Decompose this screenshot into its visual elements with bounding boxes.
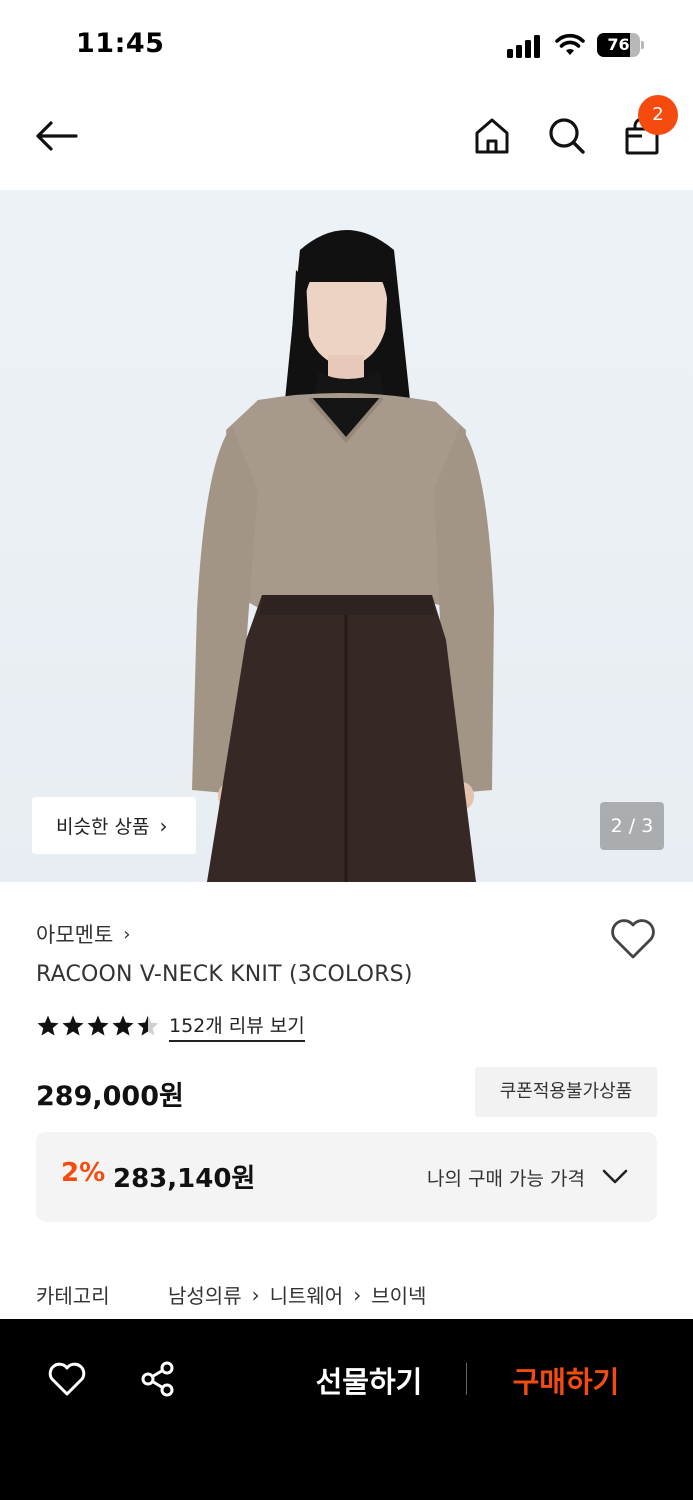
review-link[interactable]: 152개 리뷰 보기	[169, 1011, 305, 1042]
similar-products-label: 비슷한 상품	[56, 816, 150, 838]
similar-products-button[interactable]: 비슷한 상품 ›	[32, 797, 196, 854]
battery-icon: 76	[597, 33, 645, 57]
category-label: 카테고리	[36, 1284, 110, 1308]
bottom-action-bar: 선물하기 구매하기	[0, 1319, 693, 1500]
chevron-right-icon: ›	[159, 813, 168, 838]
chevron-right-icon: ›	[123, 923, 131, 945]
status-time: 11:45	[76, 28, 165, 59]
home-icon[interactable]	[468, 112, 516, 160]
category-breadcrumb: 남성의류 › 니트웨어 › 브이넥	[168, 1280, 426, 1309]
discount-percent: 2%	[61, 1158, 106, 1188]
divider	[466, 1363, 467, 1395]
product-name: RACOON V-NECK KNIT (3COLORS)	[36, 962, 413, 987]
star-icon	[112, 1015, 134, 1036]
back-arrow-icon[interactable]	[32, 112, 80, 160]
star-rating	[36, 1014, 161, 1038]
gift-button[interactable]: 선물하기	[305, 1359, 433, 1403]
wifi-icon	[555, 33, 585, 57]
star-icon	[62, 1015, 84, 1036]
battery-level: 76	[607, 35, 630, 54]
brand-link[interactable]: 아모멘토 ›	[36, 919, 130, 949]
model-photo	[192, 230, 494, 882]
my-price-dropdown[interactable]: 2% 283,140원 나의 구매 가능 가격	[36, 1132, 657, 1222]
buy-button[interactable]: 구매하기	[502, 1359, 630, 1403]
heart-icon[interactable]	[43, 1355, 91, 1403]
search-icon[interactable]	[543, 112, 591, 160]
top-nav-bar	[0, 90, 693, 190]
wishlist-heart-button[interactable]	[609, 917, 657, 961]
original-price: 289,000원	[36, 1081, 184, 1112]
coupon-unavailable-badge: 쿠폰적용불가상품	[475, 1067, 657, 1117]
star-icon	[87, 1015, 109, 1036]
category-crumb-1[interactable]: 남성의류	[168, 1280, 242, 1309]
star-icon	[137, 1015, 159, 1036]
heart-icon	[611, 919, 655, 959]
star-icon	[37, 1015, 59, 1036]
share-icon[interactable]	[134, 1355, 182, 1403]
rating-row: 152개 리뷰 보기	[36, 1010, 305, 1042]
category-crumb-2[interactable]: 니트웨어	[270, 1280, 344, 1309]
status-bar: 11:45 76	[0, 0, 693, 90]
brand-name: 아모멘토	[36, 923, 114, 947]
my-price-label: 나의 구매 가능 가격	[427, 1168, 585, 1190]
product-image[interactable]	[0, 190, 693, 882]
category-crumb-3[interactable]: 브이넥	[371, 1280, 426, 1309]
signal-icon	[507, 34, 543, 58]
cart-count-badge: 2	[638, 95, 678, 135]
chevron-right-icon: ›	[353, 1282, 362, 1307]
chevron-right-icon: ›	[251, 1282, 260, 1307]
image-page-indicator: 2 / 3	[600, 802, 664, 850]
chevron-down-icon	[602, 1169, 628, 1184]
discount-price: 283,140원	[113, 1164, 256, 1194]
